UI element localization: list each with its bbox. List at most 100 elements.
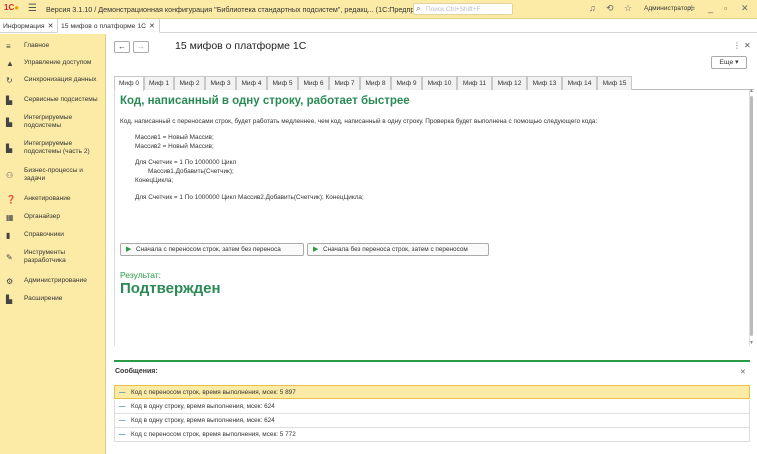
history-icon[interactable]: ⟲ bbox=[606, 3, 614, 14]
code-line: Для Счетчик = 1 По 1000000 Цикл bbox=[135, 159, 237, 166]
message-item[interactable]: — Код с переносом строк, время выполнени… bbox=[114, 428, 750, 442]
tab-myth-6[interactable]: Миф 6 bbox=[298, 76, 329, 90]
minimize-icon[interactable]: _ bbox=[708, 3, 713, 13]
tab-myth-2[interactable]: Миф 2 bbox=[174, 76, 205, 90]
myth-panel: Код, написанный в одну строку, работает … bbox=[114, 90, 750, 346]
sidebar-item-label: Управление доступом bbox=[24, 59, 92, 66]
run-without-breaks-first-button[interactable]: ▶ Сначала без переноса строк, затем с пе… bbox=[307, 243, 489, 256]
main-menu-icon[interactable]: ☰ bbox=[28, 3, 37, 14]
play-icon: ▶ bbox=[126, 246, 132, 253]
question-icon: ❓ bbox=[6, 195, 16, 204]
page-title: 15 мифов о платформе 1С bbox=[175, 40, 307, 52]
forward-button[interactable]: → bbox=[133, 41, 149, 53]
people-icon: ⚇ bbox=[6, 171, 14, 180]
tab-myths[interactable]: 15 мифов о платформе 1С ✕ bbox=[57, 19, 160, 33]
sidebar-item-label: Инструменты разработчика bbox=[24, 249, 66, 264]
vertical-scrollbar[interactable]: ▲ ▼ bbox=[749, 88, 754, 348]
message-text: Код с переносом строк, время выполнения,… bbox=[131, 389, 296, 396]
messages-header: Сообщения: bbox=[115, 368, 158, 375]
chart-icon: ▙ bbox=[6, 144, 13, 153]
tab-myth-12[interactable]: Миф 12 bbox=[492, 76, 527, 90]
sidebar-item-label: Справочники bbox=[24, 231, 64, 238]
sidebar-item-label: Бизнес-процессы и задачи bbox=[24, 167, 83, 182]
chart-icon: ▙ bbox=[6, 118, 13, 127]
scrollbar-thumb[interactable] bbox=[750, 96, 753, 336]
sections-sidebar: ≡ Главное ▲ Управление доступом ↻ Синхро… bbox=[0, 34, 106, 454]
message-text: Код с переносом строк, время выполнения,… bbox=[131, 431, 296, 438]
run-with-breaks-first-button[interactable]: ▶ Сначала с переносом строк, затем без п… bbox=[120, 243, 304, 256]
tab-myth-14[interactable]: Миф 14 bbox=[562, 76, 597, 90]
myth-heading: Код, написанный в одну строку, работает … bbox=[120, 95, 410, 107]
sync-icon: ↻ bbox=[6, 76, 13, 85]
tab-label: Информация bbox=[3, 23, 45, 30]
scroll-up-icon[interactable]: ▲ bbox=[749, 88, 754, 94]
sidebar-item-label: Сервисные подсистемы bbox=[24, 96, 98, 103]
chart-icon: ▙ bbox=[6, 295, 13, 304]
book-icon: ▮ bbox=[6, 231, 11, 240]
tab-myth-11[interactable]: Миф 11 bbox=[457, 76, 492, 90]
user-name[interactable]: Администратор bbox=[644, 5, 691, 12]
sidebar-item-label: Интегрируемые подсистемы (часть 2) bbox=[24, 140, 90, 155]
close-icon[interactable]: ✕ bbox=[149, 23, 155, 30]
chart-icon: ▙ bbox=[6, 96, 13, 105]
message-text: Код в одну строку, время выполнения, мсе… bbox=[131, 417, 275, 424]
restore-icon[interactable]: ▫ bbox=[724, 3, 727, 13]
back-button[interactable]: ← bbox=[114, 41, 130, 53]
lock-icon: ▲ bbox=[6, 59, 14, 68]
form-content: ← → 15 мифов о платформе 1С ⋮ ✕ Еще ▾ Ми… bbox=[107, 34, 757, 454]
close-form-icon[interactable]: ✕ bbox=[744, 41, 751, 50]
tab-myth-5[interactable]: Миф 5 bbox=[267, 76, 298, 90]
tab-myth-0[interactable]: Миф 0 bbox=[114, 76, 144, 91]
code-line: КонецЦикла; bbox=[135, 177, 174, 184]
tab-myth-7[interactable]: Миф 7 bbox=[329, 76, 360, 90]
message-marker-icon: — bbox=[119, 403, 126, 410]
scroll-down-icon[interactable]: ▼ bbox=[749, 340, 754, 346]
message-item[interactable]: — Код в одну строку, время выполнения, м… bbox=[114, 400, 750, 414]
search-input[interactable]: ⌕ Поиск Ctrl+Shift+F bbox=[413, 3, 513, 15]
close-icon[interactable]: ✕ bbox=[48, 23, 54, 30]
tab-myth-13[interactable]: Миф 13 bbox=[527, 76, 562, 90]
button-label: Сначала без переноса строк, затем с пере… bbox=[323, 246, 468, 253]
calendar-icon: ▦ bbox=[6, 213, 14, 222]
bell-icon[interactable]: ♫ bbox=[589, 3, 596, 13]
sidebar-item-label: Расширение bbox=[24, 295, 63, 302]
result-label: Результат: bbox=[120, 270, 162, 280]
wrench-icon: ✎ bbox=[6, 253, 13, 262]
tab-myth-4[interactable]: Миф 4 bbox=[236, 76, 267, 90]
play-icon: ▶ bbox=[313, 246, 319, 253]
result-value: Подтвержден bbox=[120, 280, 221, 297]
sidebar-item-label: Анкетирование bbox=[24, 195, 71, 202]
code-line: Для Счетчик = 1 По 1000000 Цикл Массив2.… bbox=[135, 194, 364, 201]
more-options-icon[interactable]: ⋮ bbox=[733, 41, 741, 50]
close-messages-icon[interactable]: ✕ bbox=[740, 368, 746, 376]
message-text: Код в одну строку, время выполнения, мсе… bbox=[131, 403, 275, 410]
star-icon[interactable]: ☆ bbox=[624, 3, 632, 14]
tab-myth-3[interactable]: Миф 3 bbox=[205, 76, 236, 90]
code-line: Массив1.Добавить(Счетчик); bbox=[148, 168, 234, 175]
sidebar-item-label: Синхронизация данных bbox=[24, 76, 97, 83]
message-item[interactable]: — Код с переносом строк, время выполнени… bbox=[114, 385, 750, 399]
tab-myth-9[interactable]: Миф 9 bbox=[391, 76, 422, 90]
gear-icon: ⚙ bbox=[6, 277, 14, 286]
window-tab-strip: Информация ✕ 15 мифов о платформе 1С ✕ bbox=[0, 19, 757, 33]
menu-icon: ≡ bbox=[6, 42, 11, 51]
settings-icon[interactable]: ≑ bbox=[688, 3, 696, 14]
message-item[interactable]: — Код в одну строку, время выполнения, м… bbox=[114, 414, 750, 428]
app-logo: 1С● bbox=[4, 3, 20, 12]
close-window-icon[interactable]: ✕ bbox=[741, 3, 749, 14]
button-label: Сначала с переносом строк, затем без пер… bbox=[136, 246, 281, 253]
myth-tabs: Миф 0 Миф 1 Миф 2 Миф 3 Миф 4 Миф 5 Миф … bbox=[114, 76, 754, 91]
code-line: Массив1 = Новый Массив; bbox=[135, 134, 214, 141]
more-button[interactable]: Еще ▾ bbox=[711, 56, 747, 69]
tab-myth-1[interactable]: Миф 1 bbox=[144, 76, 174, 90]
code-line: Массив2 = Новый Массив; bbox=[135, 143, 214, 150]
sidebar-item-label: Главное bbox=[24, 42, 50, 49]
tab-myth-8[interactable]: Миф 8 bbox=[360, 76, 391, 90]
tab-label: 15 мифов о платформе 1С bbox=[61, 23, 147, 30]
myth-description: Код, написанный с переносами строк, буде… bbox=[120, 118, 598, 125]
tab-myth-15[interactable]: Миф 15 bbox=[597, 76, 632, 90]
tab-information[interactable]: Информация ✕ bbox=[0, 19, 58, 33]
message-marker-icon: — bbox=[119, 389, 126, 396]
sidebar-item-label: Администрирование bbox=[24, 277, 87, 284]
tab-myth-10[interactable]: Миф 10 bbox=[422, 76, 457, 90]
